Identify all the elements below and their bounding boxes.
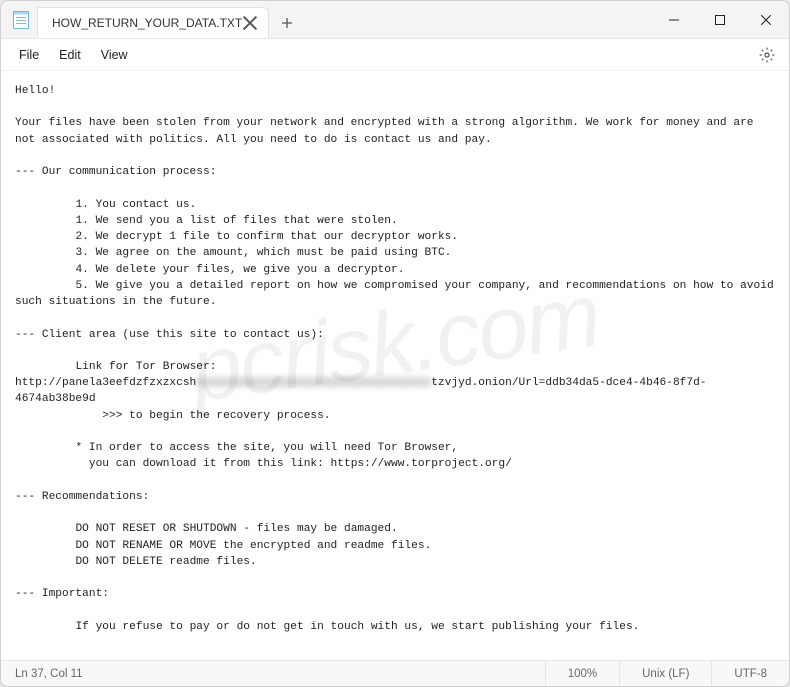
begin-recovery: >>> to begin the recovery process. [102,410,330,422]
close-tab-icon[interactable] [242,15,258,31]
text-content-area[interactable]: Hello! Your files have been stolen from … [1,71,789,660]
minimize-button[interactable] [651,1,697,38]
tor-link-label: Link for Tor Browser: http://panela3eefd… [15,361,223,389]
step-5: 4. We delete your files, we give you a d… [75,264,404,276]
rec-1: DO NOT RESET OR SHUTDOWN - files may be … [75,523,397,535]
titlebar: HOW_RETURN_YOUR_DATA.TXT [1,1,789,39]
line-ending[interactable]: Unix (LF) [619,661,711,687]
zoom-level[interactable]: 100% [545,661,619,687]
window-controls [651,1,789,38]
section-recommendations: --- Recommendations: [15,491,149,503]
notepad-window: HOW_RETURN_YOUR_DATA.TXT File Edit View [0,0,790,687]
menu-view[interactable]: View [91,44,138,66]
tor-note-1: * In order to access the site, you will … [75,442,458,454]
step-1: 1. You contact us. [75,199,196,211]
statusbar: Ln 37, Col 11 100% Unix (LF) UTF-8 [1,660,789,686]
tor-note-2: you can download it from this link: http… [75,458,511,470]
rec-2: DO NOT RENAME OR MOVE the encrypted and … [75,540,431,552]
tor-link-redacted: xxxxxxxxxxxxxxxxxxxxxxxxxxxxxxxxxxx [196,377,431,389]
tab-title: HOW_RETURN_YOUR_DATA.TXT [52,16,242,30]
menu-edit[interactable]: Edit [49,44,91,66]
settings-button[interactable] [757,45,777,65]
menu-file[interactable]: File [9,44,49,66]
step-4: 3. We agree on the amount, which must be… [75,247,451,259]
greeting-line: Hello! [15,85,55,97]
new-tab-button[interactable] [269,7,305,38]
important-1: If you refuse to pay or do not get in to… [75,621,639,633]
file-tab[interactable]: HOW_RETURN_YOUR_DATA.TXT [37,7,269,38]
section-important: --- Important: [15,588,109,600]
intro-text: Your files have been stolen from your ne… [15,117,760,145]
encoding[interactable]: UTF-8 [711,661,789,687]
menubar: File Edit View [1,39,789,71]
cursor-position: Ln 37, Col 11 [1,668,83,680]
step-6: 5. We give you a detailed report on how … [15,280,780,308]
app-icon [1,1,33,38]
close-window-button[interactable] [743,1,789,38]
rec-3: DO NOT DELETE readme files. [75,556,256,568]
step-2: 1. We send you a list of files that were… [75,215,397,227]
maximize-button[interactable] [697,1,743,38]
step-3: 2. We decrypt 1 file to confirm that our… [75,231,458,243]
section-communication: --- Our communication process: [15,166,216,178]
section-client-area: --- Client area (use this site to contac… [15,329,324,341]
